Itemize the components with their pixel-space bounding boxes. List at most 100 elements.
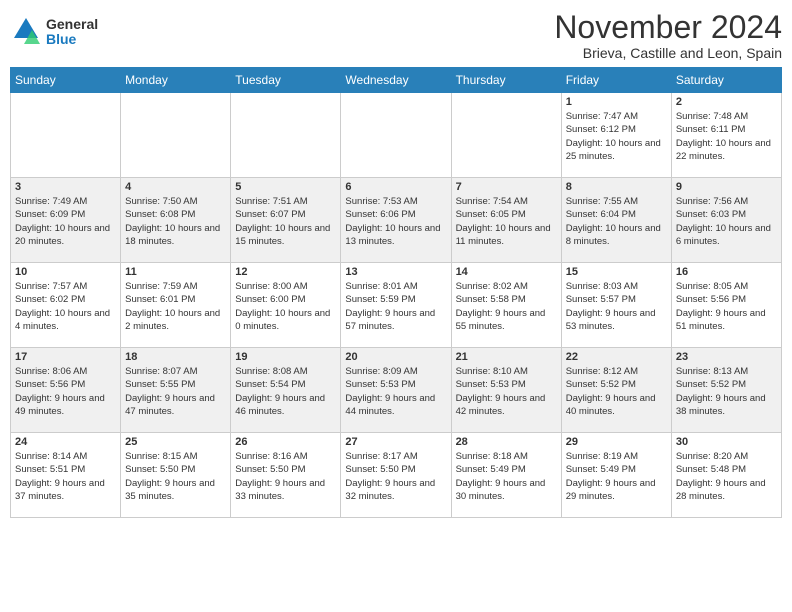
day-detail: Sunrise: 8:00 AM Sunset: 6:00 PM Dayligh…: [235, 280, 336, 333]
day-detail: Sunrise: 8:15 AM Sunset: 5:50 PM Dayligh…: [125, 450, 226, 503]
calendar-row: 3 Sunrise: 7:49 AM Sunset: 6:09 PM Daylig…: [11, 178, 782, 263]
day-number: 19: [235, 351, 336, 363]
table-row: 9 Sunrise: 7:56 AM Sunset: 6:03 PM Daylig…: [671, 178, 781, 263]
day-number: 5: [235, 181, 336, 193]
day-number: 12: [235, 266, 336, 278]
day-number: 1: [566, 96, 667, 108]
month-title: November 2024: [554, 10, 782, 45]
table-row: [11, 93, 121, 178]
table-row: 18Sunrise: 8:07 AM Sunset: 5:55 PM Dayli…: [121, 348, 231, 433]
day-number: 8: [566, 181, 667, 193]
table-row: 12 Sunrise: 8:00 AM Sunset: 6:00 PM Dayli…: [231, 263, 341, 348]
day-number: 20: [345, 351, 446, 363]
calendar-header: SundayMondayTuesdayWednesdayThursdayFrid…: [11, 68, 782, 93]
table-row: 30Sunrise: 8:20 AM Sunset: 5:48 PM Dayli…: [671, 433, 781, 518]
day-number: 11: [125, 266, 226, 278]
day-number: 24: [15, 436, 116, 448]
day-detail: Sunrise: 8:09 AM Sunset: 5:53 PM Dayligh…: [345, 365, 446, 418]
header: General Blue November 2024 Brieva, Casti…: [10, 10, 782, 61]
calendar-row: 17 Sunrise: 8:06 AM Sunset: 5:56 PM Dayli…: [11, 348, 782, 433]
day-number: 16: [676, 266, 777, 278]
table-row: 21 Sunrise: 8:10 AM Sunset: 5:53 PM Dayli…: [451, 348, 561, 433]
day-detail: Sunrise: 8:08 AM Sunset: 5:54 PM Dayligh…: [235, 365, 336, 418]
table-row: 7 Sunrise: 7:54 AM Sunset: 6:05 PM Daylig…: [451, 178, 561, 263]
header-day: Sunday: [11, 68, 121, 93]
logo-blue: Blue: [46, 32, 98, 47]
table-row: [451, 93, 561, 178]
day-detail: Sunrise: 8:10 AM Sunset: 5:53 PM Dayligh…: [456, 365, 557, 418]
day-detail: Sunrise: 7:56 AM Sunset: 6:03 PM Dayligh…: [676, 195, 777, 248]
day-number: 15: [566, 266, 667, 278]
day-detail: Sunrise: 8:12 AM Sunset: 5:52 PM Dayligh…: [566, 365, 667, 418]
table-row: 24 Sunrise: 8:14 AM Sunset: 5:51 PM Dayli…: [11, 433, 121, 518]
day-number: 27: [345, 436, 446, 448]
day-number: 17: [15, 351, 116, 363]
day-detail: Sunrise: 8:16 AM Sunset: 5:50 PM Dayligh…: [235, 450, 336, 503]
day-number: 30: [676, 436, 777, 448]
day-number: 28: [456, 436, 557, 448]
day-number: 9: [676, 181, 777, 193]
day-number: 22: [566, 351, 667, 363]
logo-text: General Blue: [46, 17, 98, 48]
calendar-row: 24 Sunrise: 8:14 AM Sunset: 5:51 PM Dayli…: [11, 433, 782, 518]
table-row: 20 Sunrise: 8:09 AM Sunset: 5:53 PM Dayli…: [341, 348, 451, 433]
day-detail: Sunrise: 8:17 AM Sunset: 5:50 PM Dayligh…: [345, 450, 446, 503]
day-detail: Sunrise: 7:55 AM Sunset: 6:04 PM Dayligh…: [566, 195, 667, 248]
table-row: 28 Sunrise: 8:18 AM Sunset: 5:49 PM Dayli…: [451, 433, 561, 518]
table-row: 2Sunrise: 7:48 AM Sunset: 6:11 PM Daylig…: [671, 93, 781, 178]
location: Brieva, Castille and Leon, Spain: [554, 45, 782, 61]
day-number: 29: [566, 436, 667, 448]
day-detail: Sunrise: 7:59 AM Sunset: 6:01 PM Dayligh…: [125, 280, 226, 333]
day-number: 10: [15, 266, 116, 278]
day-detail: Sunrise: 7:57 AM Sunset: 6:02 PM Dayligh…: [15, 280, 116, 333]
table-row: 22 Sunrise: 8:12 AM Sunset: 5:52 PM Dayli…: [561, 348, 671, 433]
day-detail: Sunrise: 7:50 AM Sunset: 6:08 PM Dayligh…: [125, 195, 226, 248]
day-detail: Sunrise: 8:03 AM Sunset: 5:57 PM Dayligh…: [566, 280, 667, 333]
table-row: 3 Sunrise: 7:49 AM Sunset: 6:09 PM Daylig…: [11, 178, 121, 263]
header-row: SundayMondayTuesdayWednesdayThursdayFrid…: [11, 68, 782, 93]
header-day: Monday: [121, 68, 231, 93]
table-row: 15 Sunrise: 8:03 AM Sunset: 5:57 PM Dayli…: [561, 263, 671, 348]
calendar-row: 10 Sunrise: 7:57 AM Sunset: 6:02 PM Dayli…: [11, 263, 782, 348]
day-detail: Sunrise: 8:13 AM Sunset: 5:52 PM Dayligh…: [676, 365, 777, 418]
day-number: 7: [456, 181, 557, 193]
day-detail: Sunrise: 8:06 AM Sunset: 5:56 PM Dayligh…: [15, 365, 116, 418]
table-row: 13 Sunrise: 8:01 AM Sunset: 5:59 PM Dayli…: [341, 263, 451, 348]
header-day: Wednesday: [341, 68, 451, 93]
calendar-table: SundayMondayTuesdayWednesdayThursdayFrid…: [10, 67, 782, 518]
day-number: 14: [456, 266, 557, 278]
title-area: November 2024 Brieva, Castille and Leon,…: [554, 10, 782, 61]
table-row: 8 Sunrise: 7:55 AM Sunset: 6:04 PM Daylig…: [561, 178, 671, 263]
day-detail: Sunrise: 8:14 AM Sunset: 5:51 PM Dayligh…: [15, 450, 116, 503]
day-detail: Sunrise: 8:01 AM Sunset: 5:59 PM Dayligh…: [345, 280, 446, 333]
table-row: 4 Sunrise: 7:50 AM Sunset: 6:08 PM Daylig…: [121, 178, 231, 263]
day-detail: Sunrise: 7:53 AM Sunset: 6:06 PM Dayligh…: [345, 195, 446, 248]
day-number: 6: [345, 181, 446, 193]
day-detail: Sunrise: 8:18 AM Sunset: 5:49 PM Dayligh…: [456, 450, 557, 503]
table-row: 11 Sunrise: 7:59 AM Sunset: 6:01 PM Dayli…: [121, 263, 231, 348]
table-row: 16 Sunrise: 8:05 AM Sunset: 5:56 PM Dayli…: [671, 263, 781, 348]
day-number: 4: [125, 181, 226, 193]
table-row: 14 Sunrise: 8:02 AM Sunset: 5:58 PM Dayli…: [451, 263, 561, 348]
day-number: 13: [345, 266, 446, 278]
day-number: 21: [456, 351, 557, 363]
table-row: 10 Sunrise: 7:57 AM Sunset: 6:02 PM Dayli…: [11, 263, 121, 348]
table-row: 23Sunrise: 8:13 AM Sunset: 5:52 PM Dayli…: [671, 348, 781, 433]
day-detail: Sunrise: 8:19 AM Sunset: 5:49 PM Dayligh…: [566, 450, 667, 503]
calendar-row: 1 Sunrise: 7:47 AM Sunset: 6:12 PM Daylig…: [11, 93, 782, 178]
day-detail: Sunrise: 7:49 AM Sunset: 6:09 PM Dayligh…: [15, 195, 116, 248]
logo: General Blue: [10, 16, 98, 48]
day-detail: Sunrise: 8:02 AM Sunset: 5:58 PM Dayligh…: [456, 280, 557, 333]
table-row: 6 Sunrise: 7:53 AM Sunset: 6:06 PM Daylig…: [341, 178, 451, 263]
table-row: 19 Sunrise: 8:08 AM Sunset: 5:54 PM Dayli…: [231, 348, 341, 433]
day-detail: Sunrise: 7:47 AM Sunset: 6:12 PM Dayligh…: [566, 110, 667, 163]
header-day: Tuesday: [231, 68, 341, 93]
header-day: Saturday: [671, 68, 781, 93]
day-detail: Sunrise: 7:54 AM Sunset: 6:05 PM Dayligh…: [456, 195, 557, 248]
table-row: 26Sunrise: 8:16 AM Sunset: 5:50 PM Dayli…: [231, 433, 341, 518]
day-number: 2: [676, 96, 777, 108]
day-detail: Sunrise: 8:05 AM Sunset: 5:56 PM Dayligh…: [676, 280, 777, 333]
day-number: 3: [15, 181, 116, 193]
header-day: Thursday: [451, 68, 561, 93]
table-row: [341, 93, 451, 178]
